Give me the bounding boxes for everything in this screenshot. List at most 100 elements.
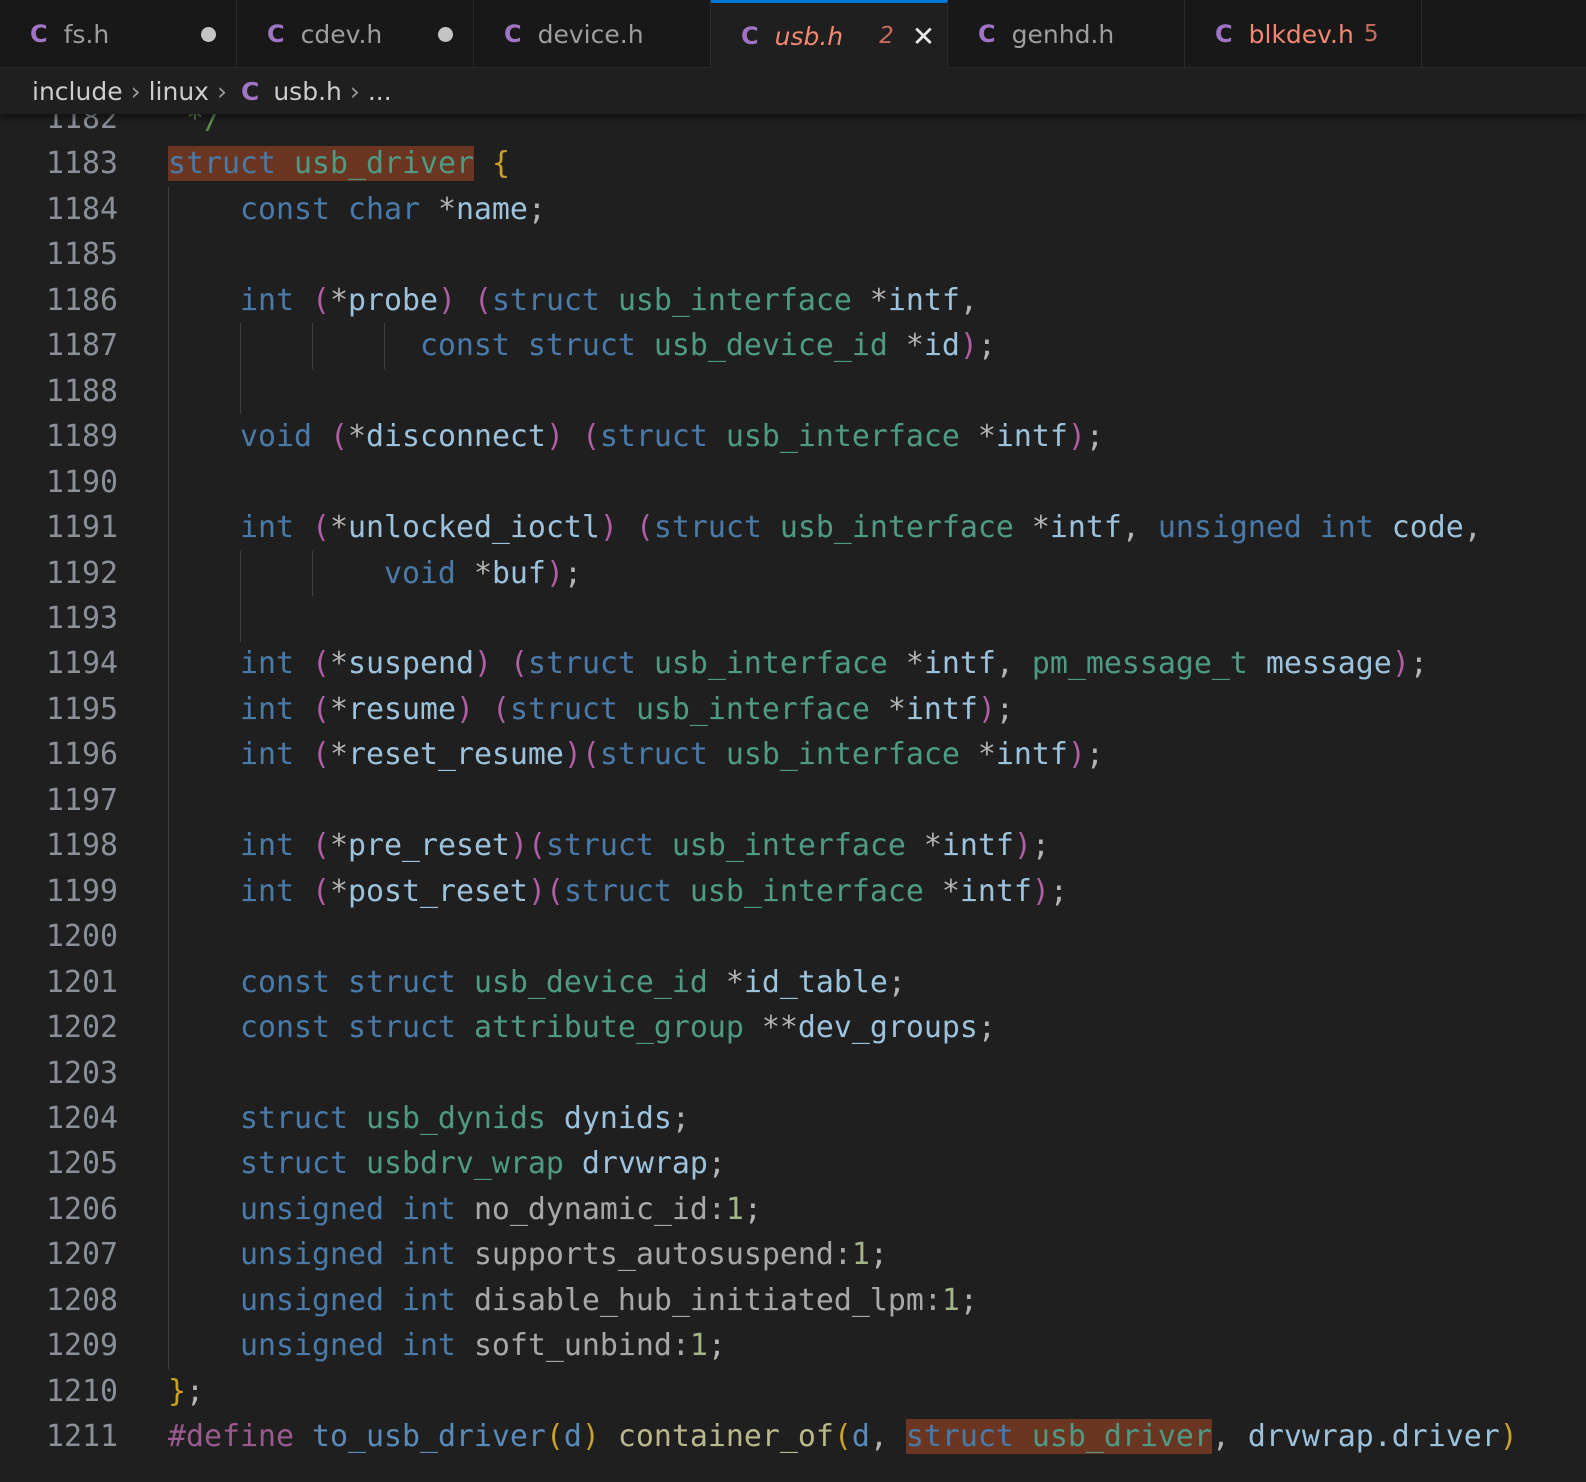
code-token: int bbox=[168, 737, 312, 773]
code-token: ; bbox=[1049, 873, 1068, 909]
breadcrumb-item[interactable]: usb.h bbox=[273, 77, 342, 106]
code-token: usb_interface bbox=[671, 828, 924, 864]
code-token: usb_interface bbox=[617, 282, 870, 318]
code-token: unsigned int bbox=[168, 1191, 474, 1227]
code-token: usb_interface bbox=[635, 691, 888, 727]
tab-device-h[interactable]: Cdevice.h bbox=[474, 0, 711, 68]
code-token: struct bbox=[563, 873, 690, 909]
code-line: 1199 int (*post_reset)(struct usb_interf… bbox=[0, 869, 1586, 914]
breadcrumb-item[interactable]: include bbox=[32, 77, 123, 106]
problem-count-badge: 2 bbox=[879, 23, 894, 49]
code-text: const struct usb_device_id *id); bbox=[168, 323, 996, 368]
code-token: 1 bbox=[725, 1191, 744, 1227]
code-token: ) bbox=[1031, 873, 1050, 909]
code-token: name bbox=[455, 191, 528, 227]
code-token: ; bbox=[707, 1328, 726, 1364]
c-file-icon: C bbox=[240, 76, 260, 106]
code-line: 1200 bbox=[0, 914, 1586, 959]
problem-count-badge: 5 bbox=[1363, 21, 1379, 47]
code-token: attribute_group bbox=[473, 1010, 762, 1046]
code-token: , bbox=[1211, 1419, 1248, 1455]
code-token: ) bbox=[1391, 646, 1410, 682]
code-token: drvwrap bbox=[581, 1146, 708, 1182]
close-icon[interactable]: ✕ bbox=[912, 20, 935, 53]
line-number: 1209 bbox=[46, 1328, 118, 1364]
code-line: 1210}; bbox=[0, 1369, 1586, 1414]
code-token: ) bbox=[1067, 737, 1086, 773]
code-line: 1194 int (*suspend) (struct usb_interfac… bbox=[0, 641, 1586, 686]
code-token: disconnect bbox=[365, 419, 546, 455]
chevron-right-icon: › bbox=[349, 76, 360, 106]
code-token: d bbox=[851, 1419, 870, 1455]
code-token: ( bbox=[581, 737, 600, 773]
breadcrumb-item[interactable]: linux bbox=[149, 77, 209, 106]
indent-guide bbox=[240, 323, 241, 415]
tab-label: device.h bbox=[537, 19, 644, 49]
code-line: 1207 unsigned int supports_autosuspend:1… bbox=[0, 1232, 1586, 1277]
code-token: ) bbox=[959, 328, 978, 364]
modified-dot-icon[interactable] bbox=[201, 27, 216, 42]
code-editor[interactable]: 1182 */1183 struct usb_driver {1184 const… bbox=[0, 96, 1586, 1460]
line-number: 1192 bbox=[46, 555, 118, 591]
code-token: disable_hub_initiated_lpm: bbox=[473, 1282, 942, 1318]
breadcrumb-item[interactable]: ... bbox=[368, 77, 392, 106]
code-text: struct usbdrv_wrap drvwrap; bbox=[168, 1141, 726, 1186]
code-token: struct bbox=[545, 828, 672, 864]
code-token: ; bbox=[671, 1100, 690, 1136]
code-token: #define bbox=[168, 1419, 312, 1455]
code-token: , bbox=[959, 282, 978, 318]
code-token: intf bbox=[923, 646, 996, 682]
c-file-icon: C bbox=[30, 20, 48, 48]
code-token: * bbox=[1031, 510, 1050, 546]
code-line: 1211 #define to_usb_driver(d) container_o… bbox=[0, 1414, 1586, 1459]
modified-dot-icon[interactable] bbox=[438, 27, 453, 42]
code-line: 1187 const struct usb_device_id *id); bbox=[0, 323, 1586, 368]
code-token: intf bbox=[959, 873, 1032, 909]
code-token: intf bbox=[995, 419, 1068, 455]
code-token: ** bbox=[761, 1010, 798, 1046]
code-token: , bbox=[995, 646, 1032, 682]
code-token: ( bbox=[311, 691, 330, 727]
code-text: int (*unlocked_ioctl) (struct usb_interf… bbox=[168, 505, 1482, 550]
code-token: unsigned int bbox=[1157, 510, 1392, 546]
code-token: * bbox=[725, 964, 744, 1000]
line-number: 1206 bbox=[46, 1191, 118, 1227]
code-token: d bbox=[563, 1419, 582, 1455]
line-number: 1183 bbox=[46, 146, 118, 182]
code-token: int bbox=[168, 510, 312, 546]
code-text: unsigned int no_dynamic_id:1; bbox=[168, 1187, 762, 1232]
code-token: suspend bbox=[347, 646, 474, 682]
line-number: 1207 bbox=[46, 1237, 118, 1273]
tab-genhd-h[interactable]: Cgenhd.h bbox=[948, 0, 1185, 68]
tab-fs-h[interactable]: Cfs.h bbox=[0, 0, 237, 68]
code-token: * bbox=[329, 510, 348, 546]
code-line: 1205 struct usbdrv_wrap drvwrap; bbox=[0, 1141, 1586, 1186]
code-token: usb_driver bbox=[293, 146, 474, 182]
code-line: 1183 struct usb_driver { bbox=[0, 141, 1586, 186]
code-text: unsigned int supports_autosuspend:1; bbox=[168, 1232, 888, 1277]
tab-blkdev-h[interactable]: Cblkdev.h 5 bbox=[1185, 0, 1422, 68]
code-token: ) bbox=[509, 828, 528, 864]
code-token: resume bbox=[347, 691, 456, 727]
code-token: usb_interface bbox=[779, 510, 1032, 546]
code-line: 1190 bbox=[0, 460, 1586, 505]
code-token: intf bbox=[887, 282, 960, 318]
code-token: ; bbox=[1409, 646, 1428, 682]
code-token: no_dynamic_id: bbox=[473, 1191, 726, 1227]
code-token: * bbox=[473, 555, 492, 591]
code-token: buf bbox=[491, 555, 546, 591]
code-token: 1 bbox=[941, 1282, 960, 1318]
code-token: ) bbox=[437, 282, 456, 318]
code-token: ; bbox=[1031, 828, 1050, 864]
tab-usb-h[interactable]: Cusb.h 2 ✕ bbox=[711, 0, 948, 69]
code-token: * bbox=[905, 328, 924, 364]
code-text: void *buf); bbox=[168, 551, 582, 596]
tab-cdev-h[interactable]: Ccdev.h bbox=[237, 0, 474, 68]
code-token: const struct bbox=[168, 1010, 474, 1046]
code-token: const char bbox=[168, 191, 438, 227]
line-number: 1194 bbox=[46, 646, 118, 682]
code-line: 1186 int (*probe) (struct usb_interface … bbox=[0, 278, 1586, 323]
code-token: probe bbox=[347, 282, 438, 318]
